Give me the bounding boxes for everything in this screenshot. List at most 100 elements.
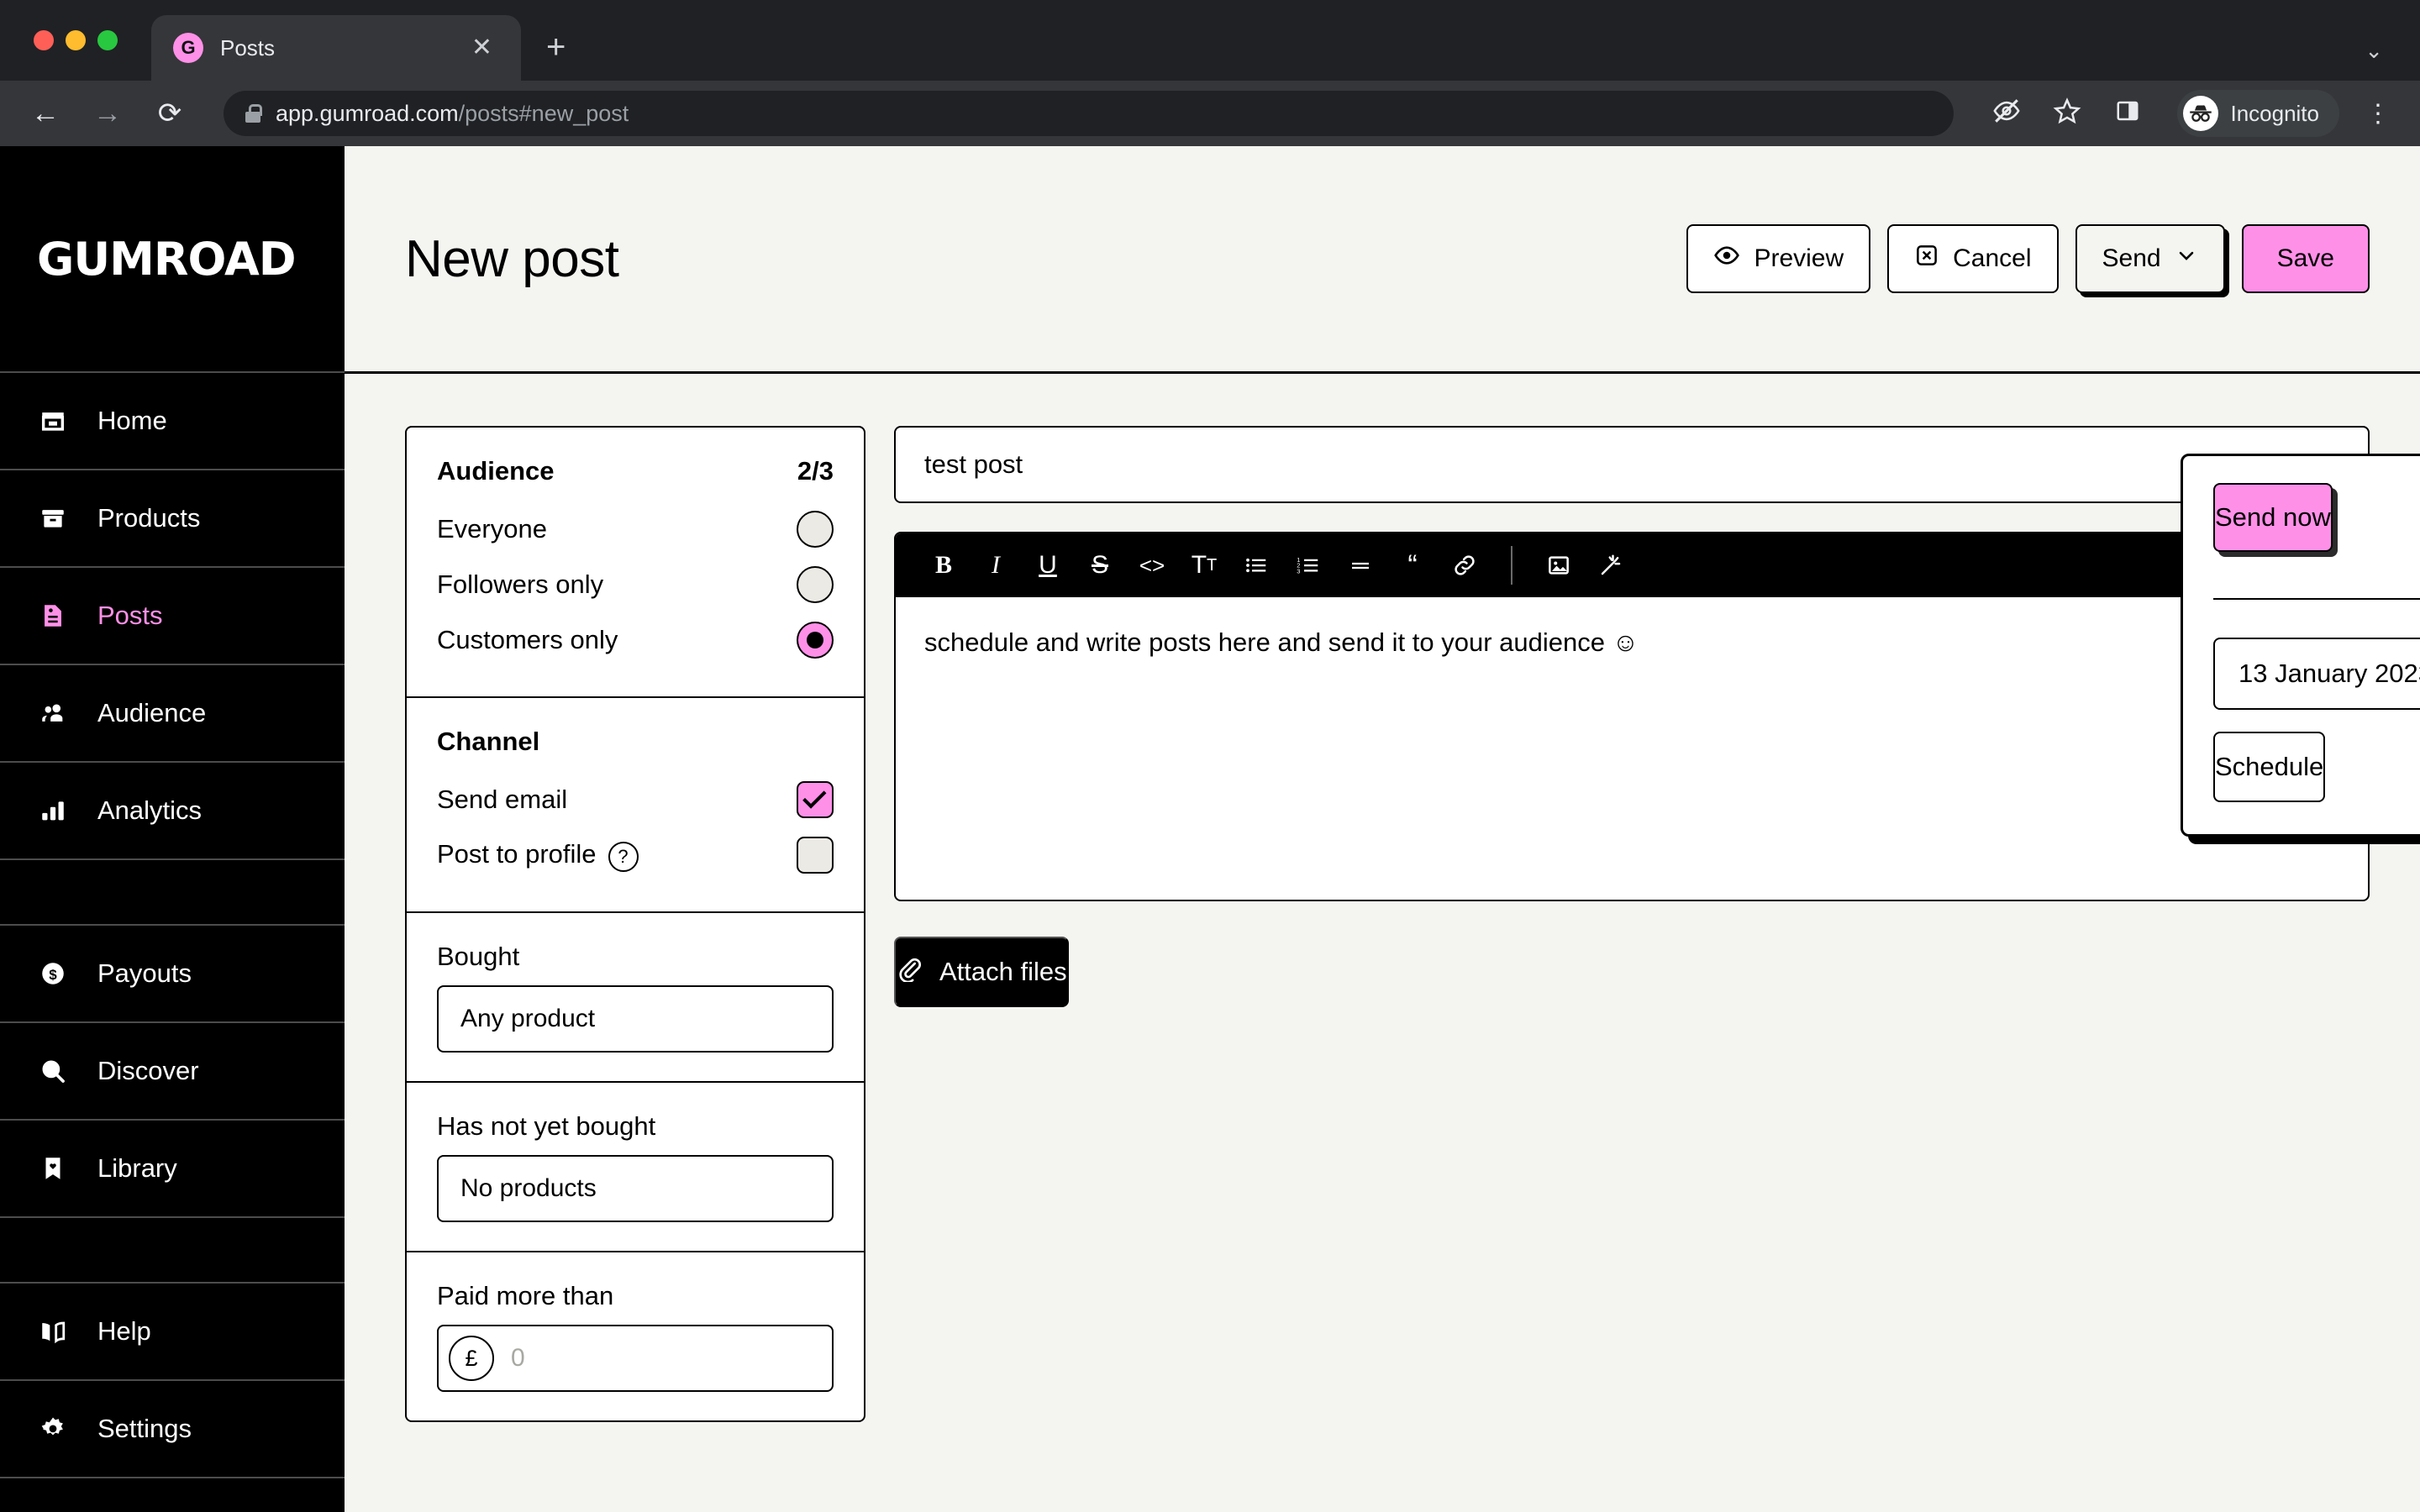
sidebar-item-label: Audience [97,698,207,727]
sidebar-item-help[interactable]: Help [0,1284,345,1381]
channel-option-send-email[interactable]: Send email [437,772,834,827]
header-actions: Preview Cancel Send Save [1686,224,2370,293]
profile-chip[interactable]: Incognito [2177,90,2339,137]
paid-more-than-input[interactable]: £ 0 [437,1325,834,1392]
audience-option-followers[interactable]: Followers only [437,557,834,612]
sidebar-item-settings[interactable]: Settings [0,1381,345,1478]
schedule-date-input[interactable]: 13 January 2023 [2213,638,2420,710]
sidebar-item-label: Settings [97,1414,192,1443]
italic-icon[interactable]: I [970,539,1022,591]
eye-icon [1713,242,1740,276]
image-icon[interactable] [1533,539,1585,591]
schedule-button[interactable]: Schedule [2213,732,2326,802]
radio-customers-only[interactable] [797,622,834,659]
svg-text:$: $ [49,967,57,983]
send-dropdown-button[interactable]: Send [2075,224,2225,293]
radio-followers-only[interactable] [797,566,834,603]
back-button[interactable]: ← [25,99,66,128]
option-label: Post to profile? [437,839,797,872]
sidebar-divider-1 [0,860,345,926]
sidebar-item-posts[interactable]: Posts [0,568,345,665]
post-title-value: test post [924,449,1023,479]
save-button[interactable]: Save [2241,224,2370,293]
post-body-text[interactable]: schedule and write posts here and send i… [896,597,2368,900]
bought-value: Any product [460,1005,596,1032]
chevron-down-icon[interactable]: ⌄ [2365,38,2383,64]
kebab-menu-icon[interactable]: ⋮ [2361,99,2395,129]
side-panel-icon[interactable] [2108,98,2147,129]
eye-off-icon[interactable] [1987,97,2026,131]
post-title-input[interactable]: test post [894,426,2370,503]
horizontal-rule-icon[interactable] [1334,539,1386,591]
gumroad-logo[interactable]: GUMROAD [0,146,345,373]
browser-toolbar: ← → ⟳ app.gumroad.com/posts#new_post Inc… [0,81,2420,146]
forward-button[interactable]: → [87,99,128,128]
address-bar[interactable]: app.gumroad.com/posts#new_post [224,91,1954,136]
people-icon [37,697,69,729]
sidebar-item-label: Posts [97,601,163,630]
star-icon[interactable] [2048,97,2086,131]
numbered-list-icon[interactable]: 123 [1282,539,1334,591]
audience-heading: Audience 2/3 [437,456,834,486]
bold-icon[interactable]: B [918,539,970,591]
app-page: GUMROAD Home Products Posts Audience Ana… [0,146,2420,1512]
not-bought-select[interactable]: No products [437,1155,834,1222]
paperclip-icon [896,955,923,989]
tab-strip: G Posts ✕ + [151,15,566,81]
minimize-window-button[interactable] [66,30,86,50]
sidebar-divider-2 [0,1218,345,1284]
channel-option-post-to-profile[interactable]: Post to profile? [437,827,834,883]
not-bought-filter-section: Has not yet bought No products [407,1083,864,1252]
sidebar-item-discover[interactable]: Discover [0,1023,345,1121]
checkbox-post-to-profile[interactable] [797,837,834,874]
lock-icon [245,104,262,123]
sidebar-item-label: Analytics [97,795,203,825]
schedule-label: Schedule [2215,752,2324,781]
preview-button[interactable]: Preview [1686,224,1871,293]
code-icon[interactable]: <> [1126,539,1178,591]
maximize-window-button[interactable] [97,30,118,50]
profile-label: Incognito [2230,100,2319,126]
text-size-icon[interactable]: TT [1178,539,1230,591]
svg-text:3: 3 [1297,567,1300,575]
sidebar-item-products[interactable]: Products [0,470,345,568]
check-icon [802,785,827,809]
preview-label: Preview [1754,244,1844,272]
url-domain: app.gumroad.com [276,100,459,126]
strikethrough-icon[interactable]: S [1074,539,1126,591]
sidebar-item-home[interactable]: Home [0,373,345,470]
audience-option-everyone[interactable]: Everyone [437,501,834,557]
sidebar-item-analytics[interactable]: Analytics [0,763,345,860]
close-window-button[interactable] [34,30,54,50]
attach-files-button[interactable]: Attach files [894,937,1069,1007]
link-icon[interactable] [1439,539,1491,591]
channel-section: Channel Send email Post to profile? [407,698,864,913]
audience-option-customers[interactable]: Customers only [437,612,834,668]
bar-chart-icon [37,795,69,827]
radio-everyone[interactable] [797,511,834,548]
sidebar-item-library[interactable]: Library [0,1121,345,1218]
save-label: Save [2276,244,2334,272]
sidebar-item-label: Products [97,503,201,533]
toolbar-divider [1511,546,1512,585]
post-icon [37,600,69,632]
reload-button[interactable]: ⟳ [150,99,190,128]
cancel-button[interactable]: Cancel [1887,224,2059,293]
close-icon[interactable]: ✕ [465,32,499,64]
help-icon[interactable]: ? [608,841,639,872]
sidebar-item-audience[interactable]: Audience [0,665,345,763]
window-controls[interactable] [34,30,118,50]
bullet-list-icon[interactable] [1230,539,1282,591]
underline-icon[interactable]: U [1022,539,1074,591]
sidebar-item-payouts[interactable]: $ Payouts [0,926,345,1023]
checkbox-send-email[interactable] [797,781,834,818]
search-icon [37,1055,69,1087]
blockquote-icon[interactable]: “ [1386,539,1439,591]
option-label: Everyone [437,514,547,543]
url-path: /posts#new_post [458,100,629,126]
send-now-button[interactable]: Send now [2213,483,2333,552]
browser-tab-posts[interactable]: G Posts ✕ [151,15,521,81]
magic-wand-icon[interactable] [1585,539,1637,591]
plus-icon[interactable]: + [546,30,566,64]
bought-select[interactable]: Any product [437,985,834,1053]
